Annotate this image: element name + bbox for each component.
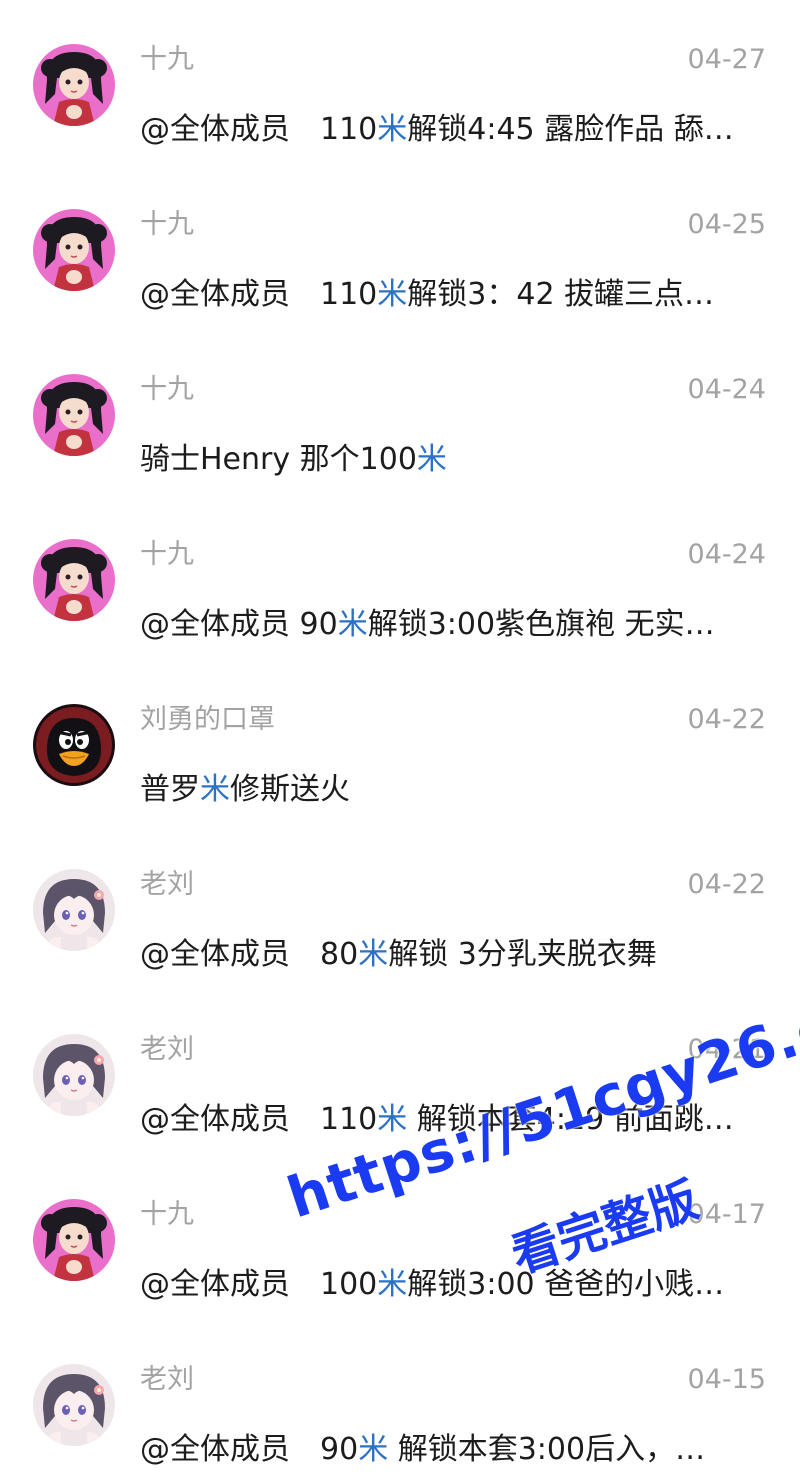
avatar-anime-girl-icon xyxy=(33,869,115,951)
avatar-girl-icon xyxy=(33,209,115,291)
avatar-girl-icon xyxy=(33,44,115,126)
message-text: @全体成员 110 xyxy=(140,112,378,147)
message-preview[interactable]: 普罗米修斯送火 xyxy=(140,768,766,812)
avatar[interactable] xyxy=(33,539,115,621)
highlight-keyword: 米 xyxy=(358,1432,389,1467)
highlight-keyword: 米 xyxy=(377,1102,408,1137)
message-item[interactable]: 老刘 04-22 @全体成员 80米解锁 3分乳夹脱衣舞 xyxy=(0,825,800,990)
highlight-keyword: 米 xyxy=(337,607,368,642)
sender-name: 十九 xyxy=(140,374,194,405)
message-text: @全体成员 110 xyxy=(140,277,378,312)
sender-name: 十九 xyxy=(140,1199,194,1230)
message-text: 解锁3:00 爸爸的小贱… xyxy=(407,1267,725,1302)
message-text: @全体成员 90 xyxy=(140,1432,359,1467)
message-item[interactable]: 老刘 04-21 @全体成员 110米 解锁本套4:19 前面跳… xyxy=(0,990,800,1155)
highlight-keyword: 米 xyxy=(377,112,408,147)
message-date: 04-21 xyxy=(687,1034,766,1065)
avatar[interactable] xyxy=(33,704,115,786)
avatar-anime-girl-icon xyxy=(33,1034,115,1116)
avatar[interactable] xyxy=(33,44,115,126)
avatar[interactable] xyxy=(33,1034,115,1116)
avatar[interactable] xyxy=(33,209,115,291)
message-item[interactable]: 十九 04-27 @全体成员 110米解锁4:45 露脸作品 舔… xyxy=(0,0,800,165)
message-text: @全体成员 80 xyxy=(140,937,359,972)
message-preview[interactable]: @全体成员 110米解锁4:45 露脸作品 舔… xyxy=(140,108,766,152)
sender-name: 老刘 xyxy=(140,1364,194,1395)
message-text: @全体成员 90 xyxy=(140,607,338,642)
message-list: 十九 04-27 @全体成员 110米解锁4:45 露脸作品 舔… 十九 04-… xyxy=(0,0,800,1476)
message-preview[interactable]: 骑士Henry 那个100米 xyxy=(140,438,766,482)
message-date: 04-27 xyxy=(687,44,766,75)
message-date: 04-24 xyxy=(687,539,766,570)
message-date: 04-24 xyxy=(687,374,766,405)
message-item[interactable]: 刘勇的口罩 04-22 普罗米修斯送火 xyxy=(0,660,800,825)
message-preview[interactable]: @全体成员 100米解锁3:00 爸爸的小贱… xyxy=(140,1263,766,1307)
message-item[interactable]: 十九 04-17 @全体成员 100米解锁3:00 爸爸的小贱… xyxy=(0,1155,800,1320)
message-text: 解锁本套3:00后入，… xyxy=(388,1432,706,1467)
highlight-keyword: 米 xyxy=(358,937,389,972)
message-date: 04-22 xyxy=(687,869,766,900)
message-date: 04-17 xyxy=(687,1199,766,1230)
avatar-anime-girl-icon xyxy=(33,1364,115,1446)
message-text: 骑士Henry 那个100 xyxy=(140,442,417,477)
sender-name: 十九 xyxy=(140,209,194,240)
message-text: 普罗 xyxy=(140,772,200,807)
highlight-keyword: 米 xyxy=(377,1267,408,1302)
avatar-duck-icon xyxy=(33,704,115,786)
sender-name: 刘勇的口罩 xyxy=(140,704,275,735)
avatar-girl-icon xyxy=(33,1199,115,1281)
avatar[interactable] xyxy=(33,869,115,951)
sender-name: 老刘 xyxy=(140,1034,194,1065)
highlight-keyword: 米 xyxy=(200,772,230,807)
message-text: 解锁本套4:19 前面跳… xyxy=(407,1102,734,1137)
message-text: @全体成员 100 xyxy=(140,1267,378,1302)
message-preview[interactable]: @全体成员 80米解锁 3分乳夹脱衣舞 xyxy=(140,933,766,977)
message-text: @全体成员 110 xyxy=(140,1102,378,1137)
highlight-keyword: 米 xyxy=(416,442,447,477)
message-item[interactable]: 老刘 04-15 @全体成员 90米 解锁本套3:00后入，… xyxy=(0,1320,800,1476)
avatar[interactable] xyxy=(33,374,115,456)
message-date: 04-22 xyxy=(687,704,766,735)
sender-name: 十九 xyxy=(140,539,194,570)
message-item[interactable]: 十九 04-24 骑士Henry 那个100米 xyxy=(0,330,800,495)
avatar[interactable] xyxy=(33,1364,115,1446)
message-text: 解锁3：42 拔罐三点… xyxy=(407,277,715,312)
message-preview[interactable]: @全体成员 110米 解锁本套4:19 前面跳… xyxy=(140,1098,766,1142)
message-date: 04-15 xyxy=(687,1364,766,1395)
sender-name: 老刘 xyxy=(140,869,194,900)
message-preview[interactable]: @全体成员 110米解锁3：42 拔罐三点… xyxy=(140,273,766,317)
sender-name: 十九 xyxy=(140,44,194,75)
highlight-keyword: 米 xyxy=(377,277,408,312)
avatar-girl-icon xyxy=(33,539,115,621)
message-date: 04-25 xyxy=(687,209,766,240)
message-preview[interactable]: @全体成员 90米解锁3:00紫色旗袍 无实… xyxy=(140,603,766,647)
message-text: 解锁4:45 露脸作品 舔… xyxy=(407,112,734,147)
message-text: 解锁3:00紫色旗袍 无实… xyxy=(367,607,715,642)
message-text: 解锁 3分乳夹脱衣舞 xyxy=(388,937,657,972)
message-item[interactable]: 十九 04-24 @全体成员 90米解锁3:00紫色旗袍 无实… xyxy=(0,495,800,660)
avatar-girl-icon xyxy=(33,374,115,456)
message-text: 修斯送火 xyxy=(230,772,350,807)
message-item[interactable]: 十九 04-25 @全体成员 110米解锁3：42 拔罐三点… xyxy=(0,165,800,330)
message-preview[interactable]: @全体成员 90米 解锁本套3:00后入，… xyxy=(140,1428,766,1472)
avatar[interactable] xyxy=(33,1199,115,1281)
